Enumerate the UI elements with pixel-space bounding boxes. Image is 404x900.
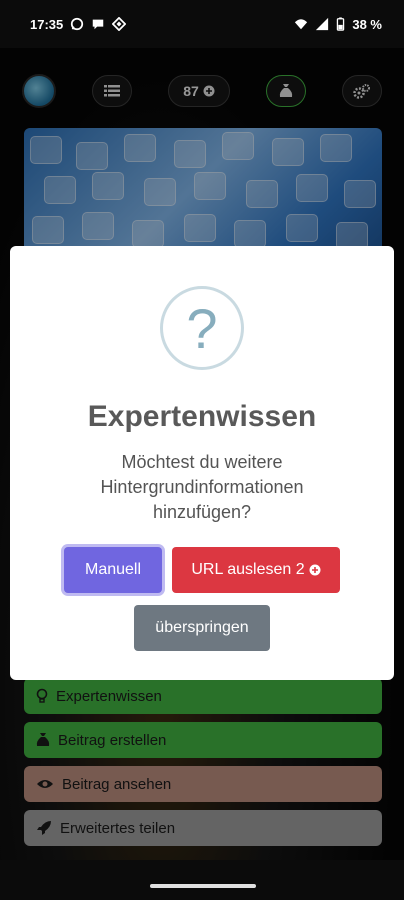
- dialog-button-row: Manuell URL auslesen 2: [64, 547, 340, 593]
- wifi-icon: [295, 19, 308, 30]
- dialog-title: Expertenwissen: [87, 400, 317, 433]
- skip-button[interactable]: überspringen: [134, 605, 270, 651]
- battery-percent: 38 %: [352, 16, 382, 32]
- status-bar: 17:35 38 %: [0, 0, 404, 48]
- chat-bubble-icon: [93, 19, 104, 30]
- manual-button-label: Manuell: [84, 561, 142, 578]
- question-glyph: ?: [186, 296, 218, 360]
- manual-button[interactable]: Manuell: [64, 547, 162, 593]
- question-mark-icon: ?: [160, 286, 244, 370]
- url-read-button[interactable]: URL auslesen 2: [172, 547, 340, 593]
- url-button-label: URL auslesen 2: [191, 561, 305, 578]
- skip-button-label: überspringen: [155, 619, 249, 636]
- status-time: 17:35: [30, 16, 64, 32]
- plus-circle-icon: [309, 564, 321, 576]
- gesture-nav-handle[interactable]: [150, 884, 256, 888]
- dialog-text: Möchtest du weitere Hintergrundinformati…: [100, 452, 304, 522]
- expertenwissen-dialog: ? Expertenwissen Möchtest du weitere Hin…: [10, 246, 394, 680]
- battery-icon: [337, 17, 345, 31]
- binance-icon: [112, 17, 127, 31]
- whatsapp-icon: [71, 17, 84, 31]
- signal-icon: [316, 17, 329, 31]
